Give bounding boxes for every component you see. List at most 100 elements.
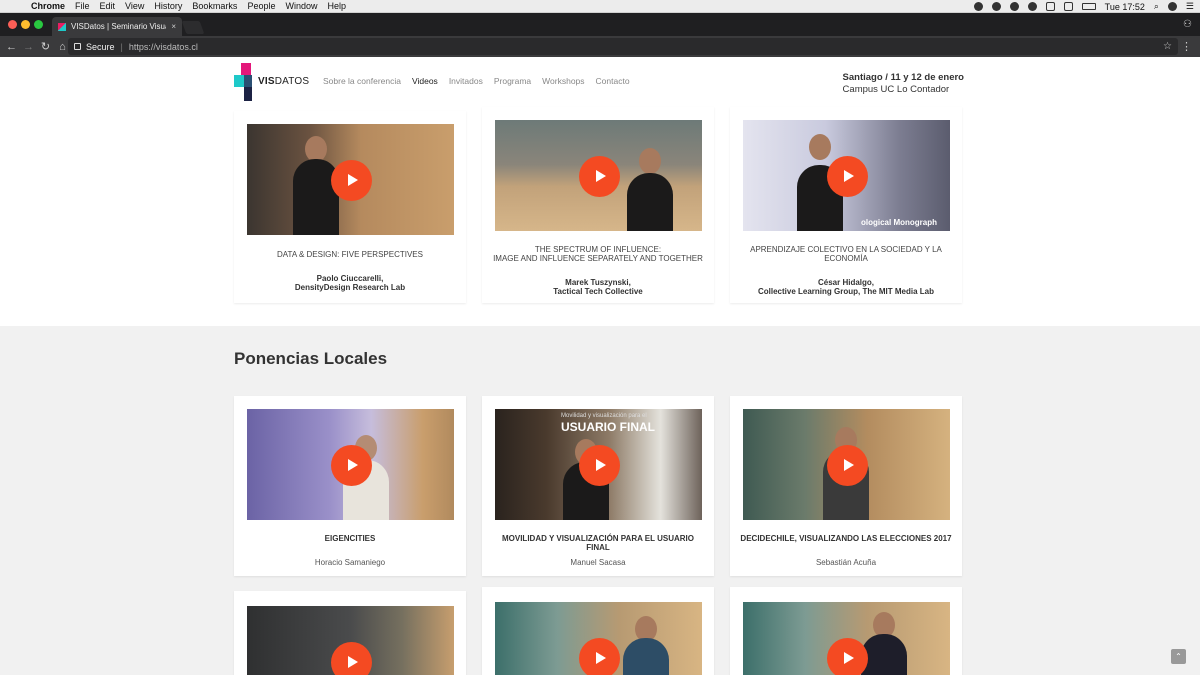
profile-icon[interactable]: ⚇ <box>1183 19 1192 30</box>
tab-title: VISDatos | Seminario Visualiza <box>71 22 166 31</box>
menu-edit[interactable]: Edit <box>100 1 116 11</box>
play-icon[interactable] <box>826 155 868 197</box>
nav-sobre[interactable]: Sobre la conferencia <box>323 76 401 86</box>
reload-icon[interactable]: ↻ <box>37 40 54 53</box>
video-card[interactable] <box>730 587 962 675</box>
event-place: Campus UC Lo Contador <box>842 84 950 95</box>
play-icon[interactable] <box>330 444 372 486</box>
speaker-figure <box>861 634 907 675</box>
back-icon[interactable]: ← <box>3 41 20 53</box>
nav-invitados[interactable]: Invitados <box>449 76 483 86</box>
menu-window[interactable]: Window <box>285 1 317 11</box>
cloud-icon[interactable] <box>1009 2 1019 11</box>
zoom-window-button[interactable] <box>34 20 43 29</box>
video-card[interactable] <box>482 587 714 675</box>
visdatos-logo[interactable]: VISDATOS <box>234 63 314 101</box>
status-app-icon[interactable] <box>973 2 983 11</box>
menu-history[interactable]: History <box>154 1 182 11</box>
nav-contacto[interactable]: Contacto <box>596 76 630 86</box>
video-thumbnail[interactable] <box>247 409 454 520</box>
menu-view[interactable]: View <box>125 1 144 11</box>
video-thumbnail[interactable]: Movilidad y visualización para el USUARI… <box>495 409 702 520</box>
video-thumbnail[interactable] <box>743 602 950 675</box>
browser-toolbar: ← → ↻ ⌂ Secure | https://visdatos.cl ☆ ⋮ <box>0 36 1200 57</box>
menubar-clock[interactable]: Tue 17:52 <box>1105 2 1145 12</box>
play-icon[interactable] <box>826 638 868 675</box>
slide-text: ological Monograph <box>861 218 937 227</box>
tab-close-icon[interactable]: × <box>171 22 176 31</box>
wifi-icon[interactable] <box>1063 2 1073 11</box>
video-title: MOVILIDAD Y VISUALIZACIÓN PARA EL USUARI… <box>501 534 694 552</box>
video-speaker: Manuel Sacasa <box>570 558 626 567</box>
video-card[interactable] <box>234 591 466 675</box>
video-title: EIGENCITIES <box>324 534 376 543</box>
video-speaker: Paolo Ciuccarelli, <box>316 274 384 283</box>
secure-label: Secure <box>86 41 115 52</box>
battery-icon[interactable] <box>1081 3 1096 10</box>
play-icon[interactable] <box>578 638 620 675</box>
video-org: DensityDesign Research Lab <box>294 283 406 292</box>
nav-workshops[interactable]: Workshops <box>542 76 584 86</box>
menu-bookmarks[interactable]: Bookmarks <box>192 1 237 11</box>
video-thumbnail[interactable] <box>247 606 454 675</box>
play-icon[interactable] <box>330 642 372 675</box>
slide-title: USUARIO FINAL <box>561 420 655 434</box>
video-card[interactable]: DECIDECHILE, VISUALIZANDO LAS ELECCIONES… <box>730 396 962 576</box>
play-icon[interactable] <box>826 444 868 486</box>
video-thumbnail[interactable] <box>495 602 702 675</box>
video-card[interactable]: THE SPECTRUM OF INFLUENCE: IMAGE AND INF… <box>482 107 714 303</box>
speaker-head <box>809 134 831 160</box>
video-card[interactable]: Movilidad y visualización para el USUARI… <box>482 396 714 576</box>
menu-help[interactable]: Help <box>327 1 346 11</box>
minimize-window-button[interactable] <box>21 20 30 29</box>
notification-center-icon[interactable]: ☰ <box>1186 1 1194 12</box>
video-card[interactable]: DATA & DESIGN: FIVE PERSPECTIVES Paolo C… <box>234 111 466 303</box>
site-nav: Sobre la conferencia Videos Invitados Pr… <box>323 76 630 86</box>
lock-icon[interactable] <box>74 43 81 50</box>
speaker-figure <box>293 159 339 235</box>
logo-block-mid <box>244 75 252 87</box>
play-icon[interactable] <box>578 155 620 197</box>
scroll-to-top-button[interactable]: ⌃ <box>1171 649 1186 664</box>
menu-file[interactable]: File <box>75 1 90 11</box>
status-area: Tue 17:52 ⌕ ☰ <box>973 0 1194 13</box>
video-thumbnail[interactable] <box>495 120 702 231</box>
nav-programa[interactable]: Programa <box>494 76 531 86</box>
menu-app-name[interactable]: Chrome <box>31 1 65 11</box>
address-bar[interactable]: Secure | https://visdatos.cl ☆ <box>68 38 1178 55</box>
bluetooth-icon[interactable] <box>1045 2 1055 11</box>
play-icon[interactable] <box>330 159 372 201</box>
url-text[interactable]: https://visdatos.cl <box>129 42 198 52</box>
video-title: DATA & DESIGN: FIVE PERSPECTIVES <box>277 250 423 259</box>
video-thumbnail[interactable]: ological Monograph <box>743 120 950 231</box>
video-thumbnail[interactable] <box>743 409 950 520</box>
logo-text: VISDATOS <box>258 76 309 87</box>
video-thumbnail[interactable] <box>247 124 454 235</box>
video-card[interactable]: EIGENCITIES Horacio Samaniego <box>234 396 466 576</box>
new-tab-button[interactable] <box>181 21 205 34</box>
close-window-button[interactable] <box>8 20 17 29</box>
web-page: VISDATOS Sobre la conferencia Videos Inv… <box>0 57 1200 675</box>
browser-tab[interactable]: VISDatos | Seminario Visualiza × <box>52 17 182 36</box>
browser-menu-icon[interactable]: ⋮ <box>1181 40 1192 53</box>
dropbox-icon[interactable] <box>991 2 1001 11</box>
video-card[interactable]: ological Monograph APRENDIZAJE COLECTIVO… <box>730 107 962 303</box>
video-speaker: Horacio Samaniego <box>314 558 386 567</box>
video-title: APRENDIZAJE COLECTIVO EN LA SOCIEDAD Y L… <box>750 245 942 263</box>
speaker-figure <box>627 173 673 231</box>
event-info: Santiago / 11 y 12 de enero Campus UC Lo… <box>843 72 964 96</box>
browser-tab-bar: VISDatos | Seminario Visualiza × ⚇ <box>0 13 1200 36</box>
video-title: DECIDECHILE, VISUALIZANDO LAS ELECCIONES… <box>740 534 952 543</box>
logo-text-rest: DATOS <box>274 76 310 87</box>
play-icon[interactable] <box>578 444 620 486</box>
menu-people[interactable]: People <box>247 1 275 11</box>
logo-block-pink <box>241 63 251 75</box>
section-title: Ponencias Locales <box>234 349 388 368</box>
forward-icon[interactable]: → <box>20 41 37 53</box>
nav-videos[interactable]: Videos <box>412 76 438 86</box>
speaker-figure <box>623 638 669 675</box>
user-avatar-icon[interactable] <box>1167 2 1177 11</box>
bookmark-star-icon[interactable]: ☆ <box>1163 41 1172 52</box>
sync-icon[interactable] <box>1027 2 1037 11</box>
spotlight-icon[interactable]: ⌕ <box>1154 1 1159 12</box>
